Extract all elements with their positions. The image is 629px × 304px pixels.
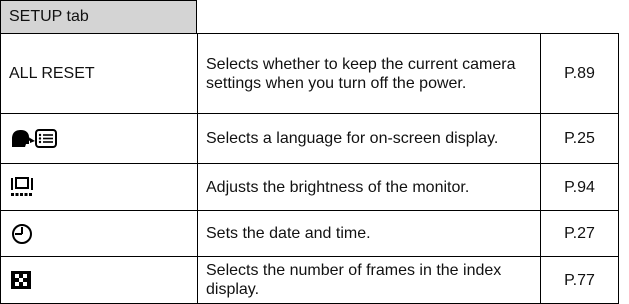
row-description: Selects a language for on-screen display… <box>197 113 541 164</box>
row-page-ref: P.77 <box>540 256 619 304</box>
table-row: ALL RESET Selects whether to keep the cu… <box>0 33 619 114</box>
row-label <box>0 256 198 304</box>
clock-icon <box>9 222 37 246</box>
row-label: ALL RESET <box>0 33 198 114</box>
row-description: Selects the number of frames in the inde… <box>197 256 541 304</box>
table-header: SETUP tab <box>0 0 197 34</box>
setup-table: ALL RESET Selects whether to keep the cu… <box>0 33 619 304</box>
monitor-brightness-icon <box>9 175 39 199</box>
row-page-ref: P.27 <box>540 210 619 257</box>
row-label <box>0 163 198 211</box>
table-row: Selects the number of frames in the inde… <box>0 256 619 304</box>
row-label <box>0 113 198 164</box>
row-description: Sets the date and time. <box>197 210 541 257</box>
row-page-ref: P.89 <box>540 33 619 114</box>
index-display-icon <box>9 268 35 292</box>
row-page-ref: P.94 <box>540 163 619 211</box>
table-row: Sets the date and time. P.27 <box>0 210 619 257</box>
setup-tab-document: SETUP tab ALL RESET Selects whether to k… <box>0 0 629 304</box>
row-page-ref: P.25 <box>540 113 619 164</box>
table-row: Selects a language for on-screen display… <box>0 113 619 164</box>
row-label <box>0 210 198 257</box>
row-description: Selects whether to keep the current came… <box>197 33 541 114</box>
table-row: Adjusts the brightness of the monitor. P… <box>0 163 619 211</box>
language-icon <box>9 127 59 151</box>
row-description: Adjusts the brightness of the monitor. <box>197 163 541 211</box>
